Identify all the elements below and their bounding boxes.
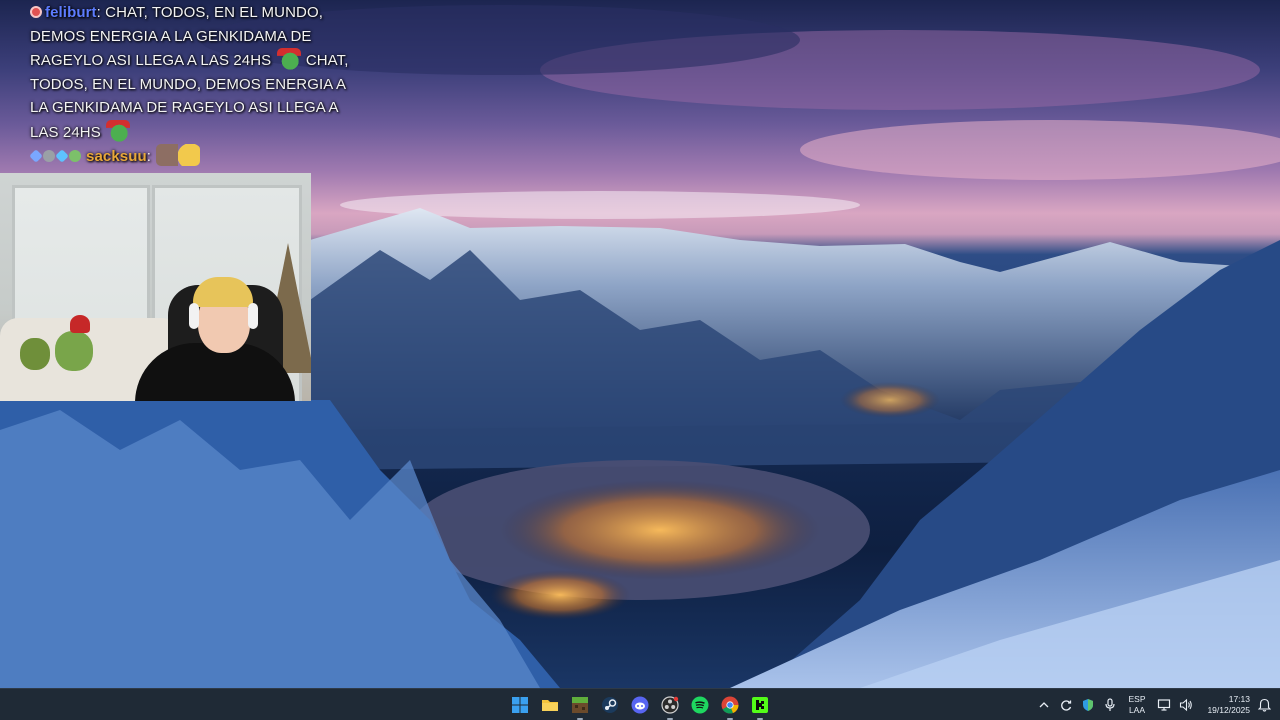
- chat-overlay: feliburt: CHAT, TODOS, EN EL MUNDO, DEMO…: [29, 1, 350, 169]
- diamond-badge-icon: [55, 149, 69, 163]
- discord-button[interactable]: [629, 693, 651, 717]
- chat-message: feliburt: CHAT, TODOS, EN EL MUNDO, DEMO…: [30, 1, 350, 144]
- keyboard-layout: LAA: [1128, 705, 1146, 715]
- chat-username: feliburt: [45, 4, 97, 21]
- show-hidden-icons-button[interactable]: [1036, 697, 1052, 713]
- pepe-beer-emote-icon: [156, 144, 201, 166]
- spotify-button[interactable]: [689, 693, 711, 717]
- frog-plush: [55, 331, 93, 371]
- notification-bell-icon: [1257, 698, 1271, 712]
- kick-icon: [752, 697, 768, 713]
- taskbar-apps: [509, 689, 771, 720]
- system-tray: ESP LAA 17:13 19/12/2025: [1036, 689, 1280, 720]
- chat-username: sacksuu: [86, 148, 147, 165]
- webcam-feed: [0, 173, 311, 401]
- headphone: [189, 303, 199, 329]
- headphone: [248, 303, 258, 329]
- shield-icon: [1083, 699, 1093, 711]
- language-code: ESP: [1128, 694, 1146, 704]
- clock[interactable]: 17:13 19/12/2025: [1204, 694, 1250, 716]
- minecraft-button[interactable]: [569, 693, 591, 720]
- file-explorer-button[interactable]: [539, 693, 561, 717]
- spotify-icon: [691, 696, 709, 714]
- moderator-badge-icon: [30, 6, 42, 18]
- sync-tray-button[interactable]: [1058, 697, 1074, 713]
- network-tray-button[interactable]: [1156, 697, 1172, 713]
- minecraft-icon: [572, 697, 588, 713]
- steam-button[interactable]: [599, 693, 621, 717]
- clock-time: 17:13: [1228, 694, 1250, 704]
- santa-hat: [70, 315, 90, 333]
- volume-tray-button[interactable]: [1178, 697, 1194, 713]
- clock-date: 19/12/2025: [1207, 705, 1250, 715]
- start-button[interactable]: [509, 693, 531, 717]
- chat-message-text: :: [146, 148, 152, 165]
- chat-message: sacksuu:: [29, 144, 350, 169]
- user-badges: [29, 145, 82, 169]
- folder-icon: [542, 700, 558, 711]
- kick-button[interactable]: [749, 693, 771, 720]
- taskbar: ESP LAA 17:13 19/12/2025: [0, 688, 1280, 720]
- frog-badge-icon: [69, 150, 81, 162]
- chevron-up-icon: [1039, 702, 1049, 708]
- microphone-icon: [1105, 698, 1115, 711]
- frog-plush: [20, 338, 50, 370]
- network-monitor-icon: [1157, 699, 1171, 711]
- gifter-badge-icon: [43, 150, 55, 162]
- windows-icon: [512, 697, 528, 713]
- speaker-icon: [1179, 698, 1192, 712]
- pepe-santa-emote-icon: [276, 48, 301, 70]
- microphone-tray-button[interactable]: [1102, 697, 1118, 713]
- discord-icon: [631, 696, 649, 714]
- notifications-button[interactable]: [1256, 697, 1272, 713]
- security-tray-button[interactable]: [1080, 697, 1096, 713]
- sync-icon: [1061, 700, 1072, 711]
- steam-icon: [602, 697, 618, 713]
- chrome-icon: [721, 696, 739, 714]
- language-indicator[interactable]: ESP LAA: [1124, 694, 1150, 716]
- obs-icon: [661, 696, 679, 714]
- sub-badge-icon: [29, 149, 43, 163]
- chrome-button[interactable]: [719, 693, 741, 720]
- obs-button[interactable]: [659, 693, 681, 720]
- pepe-santa-emote-icon: [106, 119, 131, 142]
